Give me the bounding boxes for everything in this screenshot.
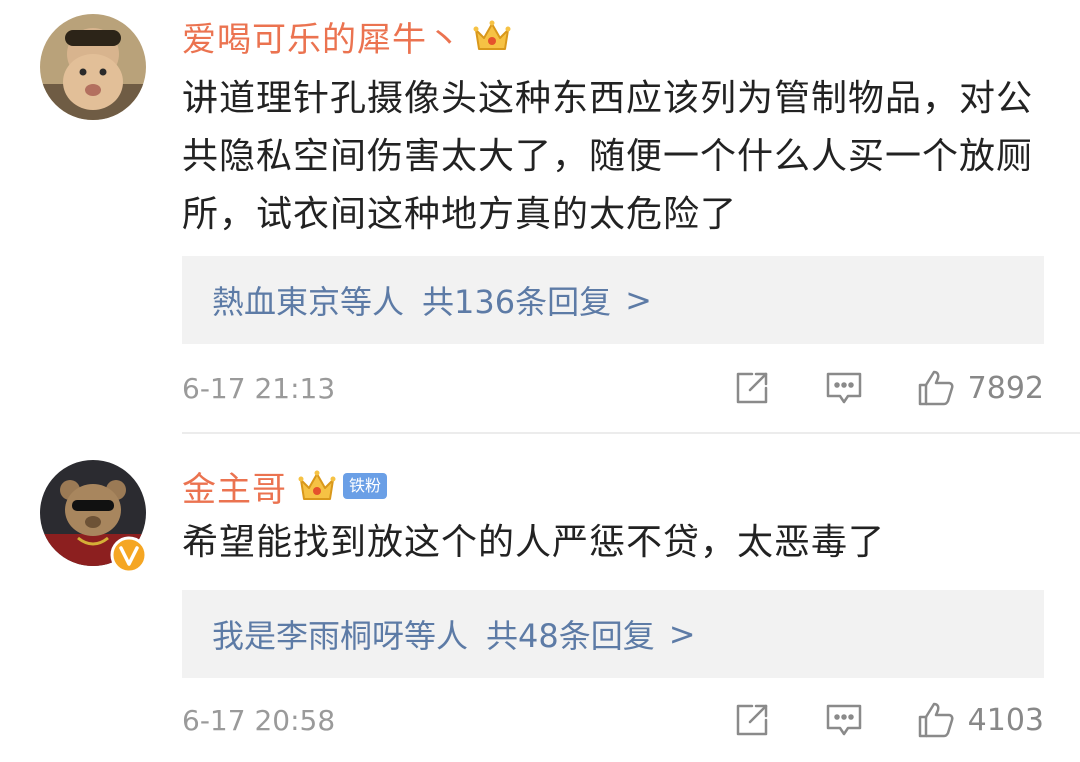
like-count: 7892 bbox=[967, 370, 1044, 406]
chevron-right-icon: > bbox=[668, 615, 696, 653]
reply-count: 共48条回复 bbox=[486, 617, 655, 655]
username-row: 爱喝可乐的犀牛丶 bbox=[182, 12, 512, 60]
reply-names: 我是李雨桐呀等人 bbox=[212, 617, 469, 655]
crown-icon bbox=[472, 16, 512, 56]
comment-meta: 6-17 20:58 4103 bbox=[182, 698, 1044, 742]
comment-meta: 6-17 21:13 7892 bbox=[182, 366, 1044, 410]
like-count: 4103 bbox=[967, 702, 1044, 738]
username[interactable]: 爱喝可乐的犀牛丶 bbox=[182, 12, 462, 61]
reply-icon[interactable] bbox=[824, 700, 864, 740]
timestamp: 6-17 20:58 bbox=[182, 703, 336, 737]
reply-count: 共136条回复 bbox=[422, 283, 612, 321]
thumbs-up-icon[interactable] bbox=[916, 368, 956, 408]
crown-icon bbox=[297, 466, 337, 506]
verified-badge-icon bbox=[110, 536, 148, 574]
comment-item: 金主哥 铁粉 希望能找到放这个的人严惩不贷，太恶毒了 我是李雨桐呀等人 共48条… bbox=[0, 434, 1080, 762]
fan-badge: 铁粉 bbox=[343, 473, 388, 499]
replies-link[interactable]: 熱血東京等人 共136条回复 > bbox=[182, 256, 1044, 344]
avatar[interactable] bbox=[40, 14, 146, 120]
username[interactable]: 金主哥 bbox=[182, 462, 287, 511]
thumbs-up-icon[interactable] bbox=[916, 700, 956, 740]
comment-actions: 4103 bbox=[732, 700, 1044, 740]
replies-link[interactable]: 我是李雨桐呀等人 共48条回复 > bbox=[182, 590, 1044, 678]
reply-names: 熱血東京等人 bbox=[212, 283, 405, 321]
share-icon[interactable] bbox=[732, 700, 772, 740]
comment-text: 希望能找到放这个的人严惩不贷，太恶毒了 bbox=[182, 522, 886, 563]
chevron-right-icon: > bbox=[625, 281, 652, 319]
comment-actions: 7892 bbox=[732, 368, 1044, 408]
comment-item: 爱喝可乐的犀牛丶 讲道理针孔摄像头这种东西应该列为管制物品，对公共隐私空间伤害太… bbox=[0, 0, 1080, 432]
share-icon[interactable] bbox=[732, 368, 772, 408]
reply-icon[interactable] bbox=[824, 368, 864, 408]
timestamp: 6-17 21:13 bbox=[182, 371, 336, 405]
username-row: 金主哥 铁粉 bbox=[182, 462, 388, 511]
comment-text: 讲道理针孔摄像头这种东西应该列为管制物品，对公共隐私空间伤害太大了，随便一个什么… bbox=[182, 78, 1034, 235]
